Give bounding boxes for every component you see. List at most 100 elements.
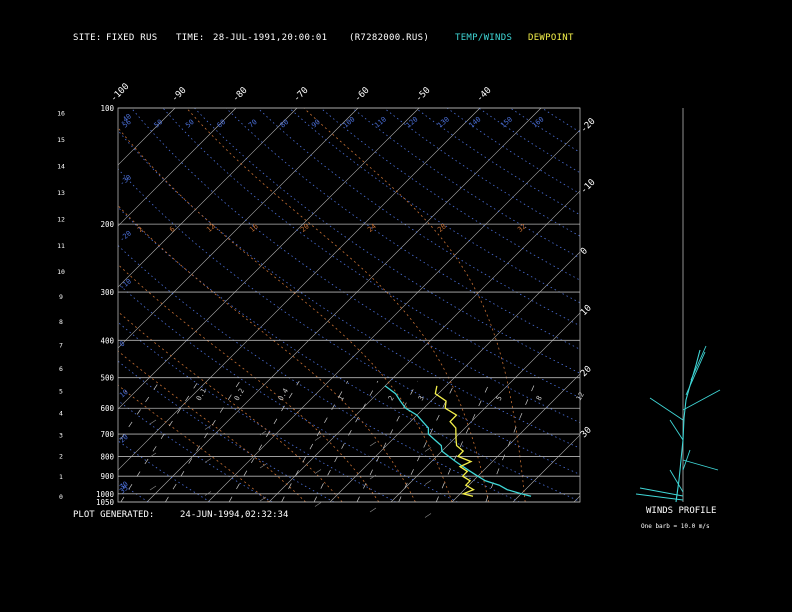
top-temp-label: -50 xyxy=(414,86,433,105)
wind-profile-subtitle: One barb = 10.0 m/s xyxy=(641,523,710,530)
wind-tick xyxy=(149,419,157,425)
top-temp-label: -90 xyxy=(170,86,189,105)
isotherm-line xyxy=(146,108,542,502)
dry-adiabat-label: 50 xyxy=(153,118,165,130)
height-km-label: 0 xyxy=(59,493,63,501)
wind-tick xyxy=(149,485,157,491)
top-temp-label: -70 xyxy=(292,86,311,105)
moist-adiabat-label: 2 xyxy=(136,225,144,234)
dry-adiabat-left-label: -10 xyxy=(118,277,133,291)
dry-adiabat-label: 120 xyxy=(405,115,420,129)
isotherm-line xyxy=(118,108,298,288)
isotherm-line xyxy=(635,108,792,502)
top-temp-label: -100 xyxy=(109,82,131,104)
dry-adiabat xyxy=(541,108,580,133)
mixing-ratio-label: 8 xyxy=(535,394,544,402)
wind-tick xyxy=(314,469,322,474)
right-temp-label: -20 xyxy=(579,117,598,136)
top-temp-label: -40 xyxy=(475,86,494,105)
wind-profile-title: WINDS PROFILE xyxy=(646,506,717,516)
isotherm-line xyxy=(118,108,359,349)
pressure-tick-label: 400 xyxy=(100,336,114,345)
wind-barb xyxy=(639,487,684,497)
dry-adiabat xyxy=(118,440,211,502)
dry-adiabat-label: 60 xyxy=(216,118,228,130)
moist-adiabat xyxy=(118,311,343,502)
moist-adiabat xyxy=(118,384,270,502)
height-km-label: 6 xyxy=(59,365,63,373)
height-km-label: 15 xyxy=(57,136,65,144)
wind-tick xyxy=(369,441,377,447)
dry-adiabat-label: 50 xyxy=(184,118,196,130)
wind-tick xyxy=(259,496,267,502)
mixing-ratio-line xyxy=(120,380,199,502)
isotherm-line xyxy=(512,434,580,502)
isotherm-line xyxy=(696,108,792,502)
moist-adiabat xyxy=(186,108,489,502)
plot-area xyxy=(0,108,792,502)
pressure-tick-label: 300 xyxy=(100,288,114,297)
dry-adiabat-label: 130 xyxy=(436,115,451,129)
mixing-ratio-label: 3 xyxy=(417,394,426,402)
pressure-tick-label: 600 xyxy=(100,404,114,413)
right-temp-label: -10 xyxy=(579,178,598,197)
height-km-label: 3 xyxy=(59,431,63,439)
height-km-label: 2 xyxy=(59,452,63,460)
wind-profile-line xyxy=(675,349,701,503)
mixing-ratio-label: 2 xyxy=(387,394,396,402)
dry-adiabat xyxy=(118,244,520,502)
dewpoint-profile-line xyxy=(434,385,475,497)
top-temp-label: -60 xyxy=(353,86,372,105)
wind-tick xyxy=(424,513,432,518)
mixing-ratio-label: 12 xyxy=(575,391,586,402)
moist-adiabat xyxy=(118,127,453,502)
dry-adiabat xyxy=(118,481,149,502)
height-km-label: 9 xyxy=(59,293,63,301)
wind-barb xyxy=(669,419,684,441)
dry-adiabat xyxy=(118,129,580,449)
mixing-ratio-label: 5 xyxy=(495,394,504,402)
dry-adiabat xyxy=(130,108,580,424)
dry-adiabat xyxy=(478,108,580,174)
right-temp-label: 10 xyxy=(579,303,594,318)
dry-adiabat xyxy=(0,108,87,502)
pressure-tick-label: 700 xyxy=(100,430,114,439)
dry-adiabat-label: 80 xyxy=(279,118,291,130)
dry-adiabat xyxy=(194,108,580,374)
dry-adiabat-label: 140 xyxy=(468,115,483,129)
isotherm-line xyxy=(268,190,580,502)
isotherm-line xyxy=(0,108,53,502)
dry-adiabat xyxy=(320,108,580,281)
dry-adiabat xyxy=(446,108,580,195)
dry-adiabat xyxy=(118,168,580,475)
dry-adiabat-label: 100 xyxy=(342,115,357,129)
dry-adiabat-label: 160 xyxy=(531,115,546,129)
pressure-tick-label: 1050 xyxy=(96,498,115,507)
pressure-tick-label: 100 xyxy=(100,104,114,113)
isotherm-line xyxy=(451,373,580,502)
wind-barb xyxy=(690,345,707,381)
wind-tick xyxy=(204,458,212,463)
dry-adiabat-left-label: -20 xyxy=(118,229,133,243)
pressure-tick-label: 500 xyxy=(100,374,114,383)
mixing-ratio-label: 0.4 xyxy=(277,387,290,402)
right-temp-label: 0 xyxy=(579,246,590,257)
isotherm-line xyxy=(207,129,580,502)
dry-adiabat-label: 110 xyxy=(373,115,388,129)
isotherm-line xyxy=(118,108,176,166)
dry-adiabat xyxy=(162,108,580,399)
wind-tick xyxy=(424,447,432,452)
temperature-profile-line xyxy=(384,385,532,497)
right-temp-label: 20 xyxy=(579,364,594,379)
wind-tick xyxy=(314,436,322,441)
isotherm-line xyxy=(118,108,481,471)
pressure-tick-label: 200 xyxy=(100,220,114,229)
mixing-ratio-label: 1 xyxy=(337,394,346,402)
wind-tick xyxy=(369,474,377,480)
wind-barb xyxy=(682,389,721,411)
pressure-tick-label: 800 xyxy=(100,452,114,461)
wind-barb xyxy=(649,397,684,421)
wind-barb xyxy=(669,469,684,493)
dry-adiabat-left-label: 10 xyxy=(118,388,130,400)
height-km-label: 10 xyxy=(57,268,65,276)
